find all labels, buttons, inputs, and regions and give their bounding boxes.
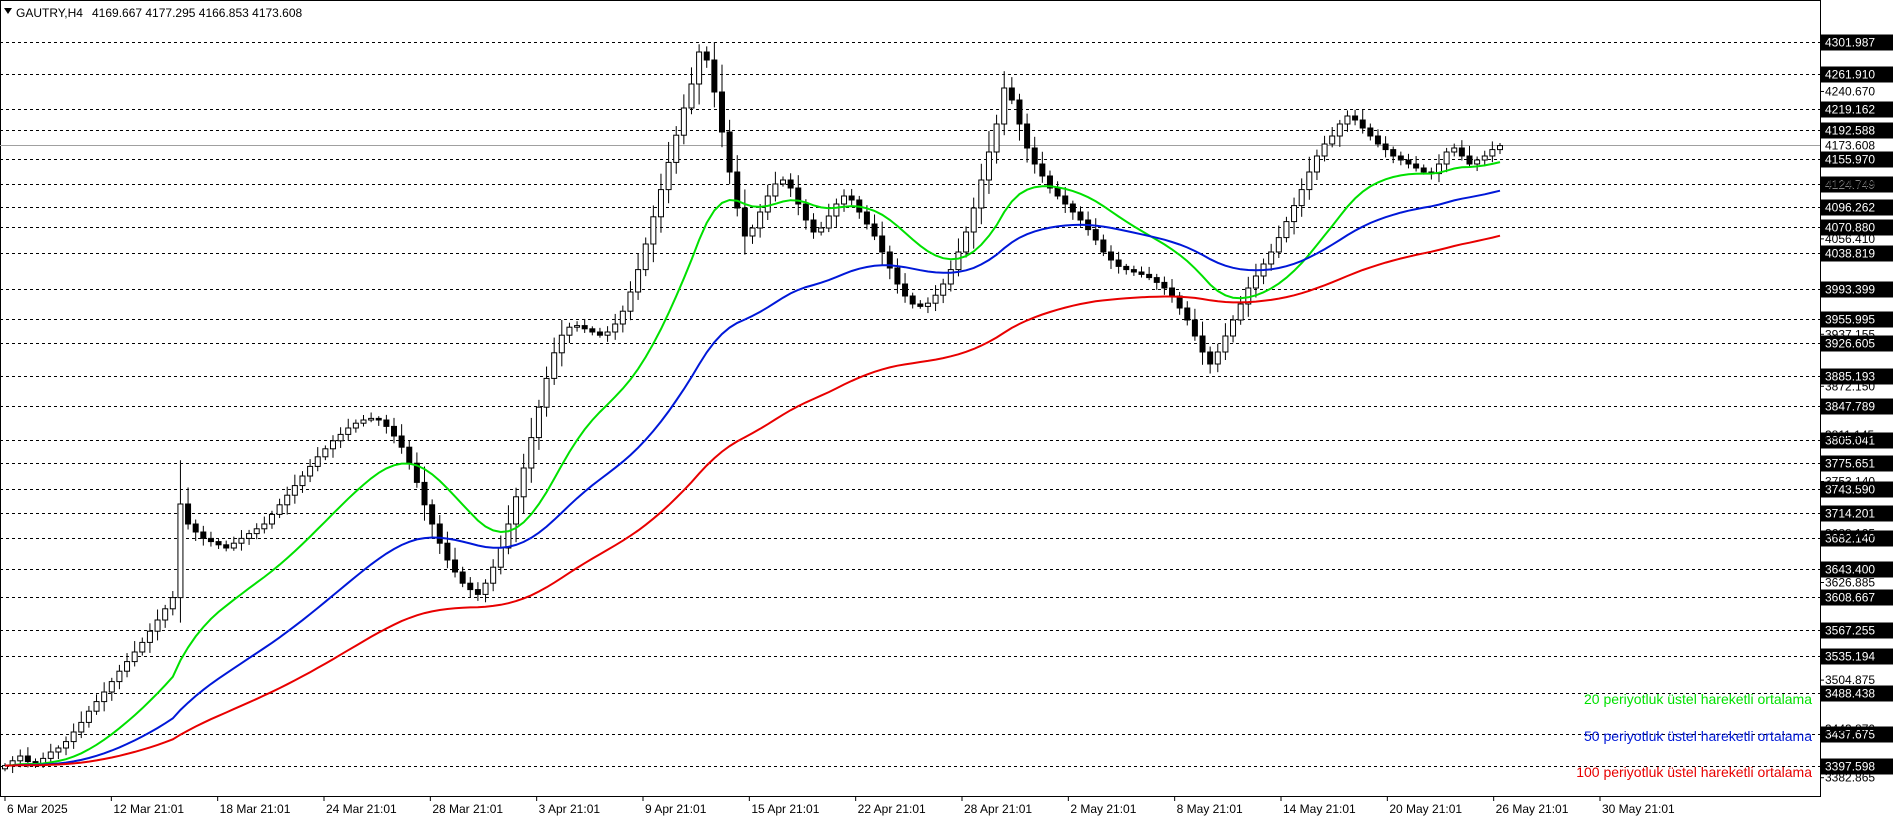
x-tick-label: 24 Mar 21:01 [326,802,397,816]
level-label: 3535.194 [1825,650,1875,664]
y-tick-label: 3382.865 [1825,771,1875,785]
x-tick-label: 28 Apr 21:01 [964,802,1032,816]
level-label: 3488.438 [1825,687,1875,701]
level-label: 4038.819 [1825,247,1875,261]
level-label: 3847.789 [1825,400,1875,414]
y-tick-label: 3504.875 [1825,673,1875,687]
x-tick-label: 28 Mar 21:01 [432,802,503,816]
symbol-label: GAUTRY,H4 [16,6,83,20]
x-tick-label: 20 May 21:01 [1389,802,1462,816]
y-tick-label: 4056.410 [1825,232,1875,246]
x-tick-label: 2 May 21:01 [1070,802,1136,816]
level-label: 3993.399 [1825,283,1875,297]
x-tick-label: 18 Mar 21:01 [220,802,291,816]
x-tick-label: 3 Apr 21:01 [539,802,601,816]
x-tick-label: 26 May 21:01 [1496,802,1569,816]
level-label: 3643.400 [1825,563,1875,577]
x-axis: 6 Mar 2025 12 Mar 21:01 18 Mar 21:01 24 Mar… [4,796,1675,816]
ohlc-values: 4169.667 4177.295 4166.853 4173.608 [92,6,303,20]
legend-entry: 50 periyotluk üstel hareketli ortalama [1584,728,1812,744]
current-price-label: 4173.608 [1825,139,1875,153]
y-tick-label: 3626.885 [1825,575,1875,589]
level-label: 4261.910 [1825,68,1875,82]
y-axis: 4301.987 4261.910 4219.162 4192.588 4155.970… [1820,34,1893,785]
level-label: 4155.970 [1825,153,1875,167]
level-label: 3775.651 [1825,457,1875,471]
level-label: 3567.255 [1825,624,1875,638]
level-label: 3714.201 [1825,507,1875,521]
y-tick-label: 3937.155 [1825,327,1875,341]
y-tick-label: 3688.125 [1825,527,1875,541]
plot-frame [0,0,1821,797]
legend-entry: 20 periyotluk üstel hareketli ortalama [1584,691,1812,707]
y-tick-label: 3811.145 [1825,428,1874,442]
x-tick-label: 30 May 21:01 [1602,802,1675,816]
chart-window: 4301.987 4261.910 4219.162 4192.588 4155.970… [0,0,1896,820]
level-label: 4301.987 [1825,36,1875,50]
x-tick-label: 12 Mar 21:01 [113,802,184,816]
x-tick-label: 8 May 21:01 [1177,802,1243,816]
legend: 20 periyotluk üstel hareketli ortalama 50… [1576,691,1812,780]
x-tick-label: 14 May 21:01 [1283,802,1356,816]
x-tick-label: 6 Mar 2025 [7,802,68,816]
level-label: 3608.667 [1825,591,1875,605]
x-tick-label: 22 Apr 21:01 [858,802,926,816]
legend-entry: 100 periyotluk üstel hareketli ortalama [1576,764,1812,780]
x-tick-label: 9 Apr 21:01 [645,802,707,816]
level-label: 4219.162 [1825,103,1875,117]
level-label: 4192.588 [1825,124,1875,138]
level-label: 3955.995 [1825,313,1875,327]
level-label: 4096.262 [1825,201,1875,215]
y-tick-label: 4124.749 [1825,177,1875,191]
y-tick-label: 3443.870 [1825,722,1875,736]
y-tick-label: 4240.670 [1825,84,1875,98]
y-tick-label: 3753.140 [1825,474,1875,488]
x-tick-label: 15 Apr 21:01 [751,802,819,816]
price-chart: 4301.987 4261.910 4219.162 4192.588 4155.970… [0,0,1893,816]
y-tick-label: 3872.150 [1825,379,1875,393]
chart-title-bar: GAUTRY,H4 4169.667 4177.295 4166.853 417… [4,6,303,20]
